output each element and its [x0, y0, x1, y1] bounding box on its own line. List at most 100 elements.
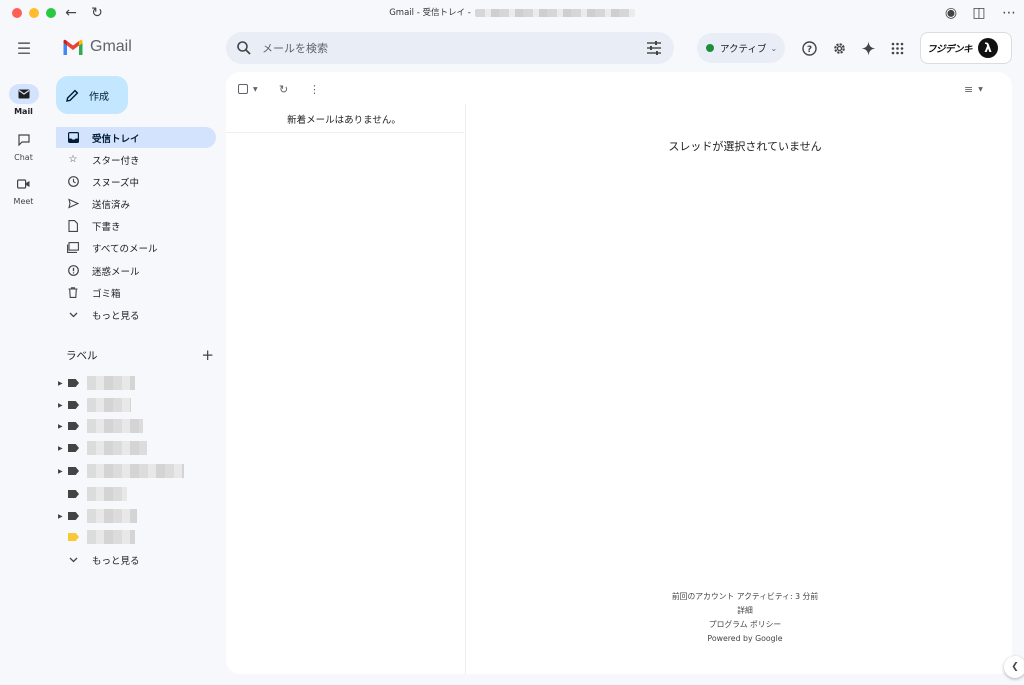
trash-icon	[67, 287, 79, 299]
more-vert-icon[interactable]: ⋮	[309, 82, 320, 96]
labels-more[interactable]: もっと見る	[56, 549, 216, 570]
search-icon[interactable]	[236, 40, 252, 56]
footer: 前回のアカウント アクティビティ: 3 分前 詳細 プログラム ポリシー Pow…	[478, 590, 1012, 646]
nav-item-label: もっと見る	[92, 310, 140, 322]
nav-item-snoozed[interactable]: スヌーズ中	[56, 171, 216, 192]
rail-item-label: Chat	[14, 153, 33, 162]
rail-item-mail[interactable]: Mail	[0, 84, 47, 116]
eye-icon[interactable]: ◉	[942, 4, 960, 22]
redacted-label	[87, 441, 147, 455]
redacted-label	[87, 509, 137, 523]
label-tag-icon	[68, 467, 79, 475]
checkbox-icon	[238, 84, 248, 94]
app-name: Gmail	[90, 38, 132, 55]
all-mail-icon	[67, 242, 79, 254]
label-tag-icon	[68, 533, 79, 541]
pencil-icon	[66, 89, 79, 102]
program-policy-link[interactable]: プログラム ポリシー	[478, 618, 1012, 632]
search-input[interactable]	[262, 41, 622, 55]
nav-item-more[interactable]: もっと見る	[56, 304, 216, 325]
refresh-icon[interactable]: ↻	[279, 82, 288, 96]
nav-item-label: スター付き	[92, 155, 140, 167]
labels-title: ラベル	[66, 349, 98, 362]
empty-thread-message: スレッドが選択されていません	[668, 140, 822, 153]
rail-item-label: Meet	[13, 197, 34, 206]
label-item[interactable]	[58, 486, 127, 502]
label-tag-icon	[68, 401, 79, 409]
gmail-m-icon	[63, 39, 83, 55]
rail-item-meet[interactable]: Meet	[0, 174, 47, 206]
nav-item-label: 下書き	[92, 221, 121, 233]
video-icon	[9, 174, 39, 194]
split-pane-toggle[interactable]: ≡ ▼	[964, 82, 983, 96]
expand-arrow-icon[interactable]: ▶	[58, 513, 66, 520]
search-options-icon[interactable]	[646, 40, 662, 56]
clock-icon	[67, 176, 79, 188]
expand-arrow-icon[interactable]: ▶	[58, 423, 66, 430]
chevron-down-icon	[67, 309, 79, 321]
compose-button[interactable]: 作成	[56, 76, 128, 114]
window-title: Gmail - 受信トレイ -	[0, 6, 1024, 18]
add-label-icon[interactable]: +	[201, 346, 214, 364]
more-menu-icon[interactable]: ⋯	[1000, 4, 1018, 22]
chevron-down-icon: ⌄	[770, 43, 778, 53]
chevron-left-icon: ❮	[1011, 662, 1019, 672]
nav-item-spam[interactable]: 迷惑メール	[56, 260, 216, 281]
chevron-down-icon	[67, 554, 79, 566]
redacted-label	[87, 398, 131, 412]
label-item[interactable]: ▶	[58, 375, 135, 391]
nav-item-sent[interactable]: 送信済み	[56, 193, 216, 214]
expand-arrow-icon[interactable]: ▶	[58, 380, 66, 387]
settings-gear-icon[interactable]	[829, 38, 849, 58]
gemini-sparkle-icon[interactable]	[858, 38, 878, 58]
account-brand-name: フジデンキ	[927, 44, 973, 55]
rail-item-chat[interactable]: Chat	[0, 130, 47, 162]
apps-grid-icon[interactable]	[887, 38, 907, 58]
caret-down-icon: ▼	[978, 85, 983, 93]
label-item[interactable]: ▶	[58, 418, 143, 434]
label-item[interactable]: ▶	[58, 508, 137, 524]
label-tag-icon	[68, 422, 79, 430]
label-item[interactable]: ▶	[58, 463, 184, 479]
main-menu-icon[interactable]: ☰	[14, 38, 34, 58]
chat-icon	[9, 130, 39, 150]
compose-label: 作成	[89, 91, 109, 103]
nav-item-all-mail[interactable]: すべてのメール	[56, 237, 216, 258]
empty-list-message: 新着メールはありません。	[287, 115, 401, 126]
gmail-logo[interactable]: Gmail	[62, 38, 132, 56]
nav-item-drafts[interactable]: 下書き	[56, 215, 216, 236]
redacted-label	[87, 376, 135, 390]
star-icon: ☆	[68, 154, 78, 165]
details-link[interactable]: 詳細	[478, 604, 1012, 618]
nav-item-trash[interactable]: ゴミ箱	[56, 282, 216, 303]
expand-arrow-icon[interactable]: ▶	[58, 445, 66, 452]
label-tag-icon	[68, 512, 79, 520]
list-view-icon: ≡	[964, 82, 974, 96]
nav-item-label: 迷惑メール	[92, 266, 140, 278]
status-selector[interactable]: アクティブ ⌄	[697, 33, 785, 63]
redacted-label	[87, 464, 184, 478]
expand-arrow-icon[interactable]: ▶	[58, 468, 66, 475]
expand-arrow-icon[interactable]: ▶	[58, 402, 66, 409]
powered-by-text: Powered by Google	[707, 634, 783, 643]
select-checkbox[interactable]: ▼	[238, 82, 258, 96]
redacted-label	[87, 419, 143, 433]
caret-down-icon[interactable]: ▼	[253, 86, 258, 93]
draft-icon	[67, 219, 79, 232]
label-item[interactable]: ▶	[58, 397, 131, 413]
nav-item-label: すべてのメール	[92, 243, 158, 255]
nav-item-inbox[interactable]: 受信トレイ	[56, 127, 216, 148]
account-switcher[interactable]: フジデンキ λ	[920, 32, 1012, 64]
nav-item-starred[interactable]: ☆ スター付き	[56, 149, 216, 170]
redacted-address	[474, 8, 635, 17]
share-icon[interactable]: ◫	[970, 4, 988, 22]
mail-icon	[8, 84, 39, 104]
label-item[interactable]	[58, 529, 135, 545]
help-icon[interactable]: ?	[799, 38, 819, 58]
search-bar[interactable]	[226, 32, 674, 64]
window-title-text: Gmail - 受信トレイ -	[389, 8, 471, 18]
nav-item-label: スヌーズ中	[92, 177, 140, 189]
label-item[interactable]: ▶	[58, 440, 147, 456]
redacted-label	[87, 487, 127, 501]
side-panel-toggle[interactable]: ❮	[1004, 656, 1024, 678]
